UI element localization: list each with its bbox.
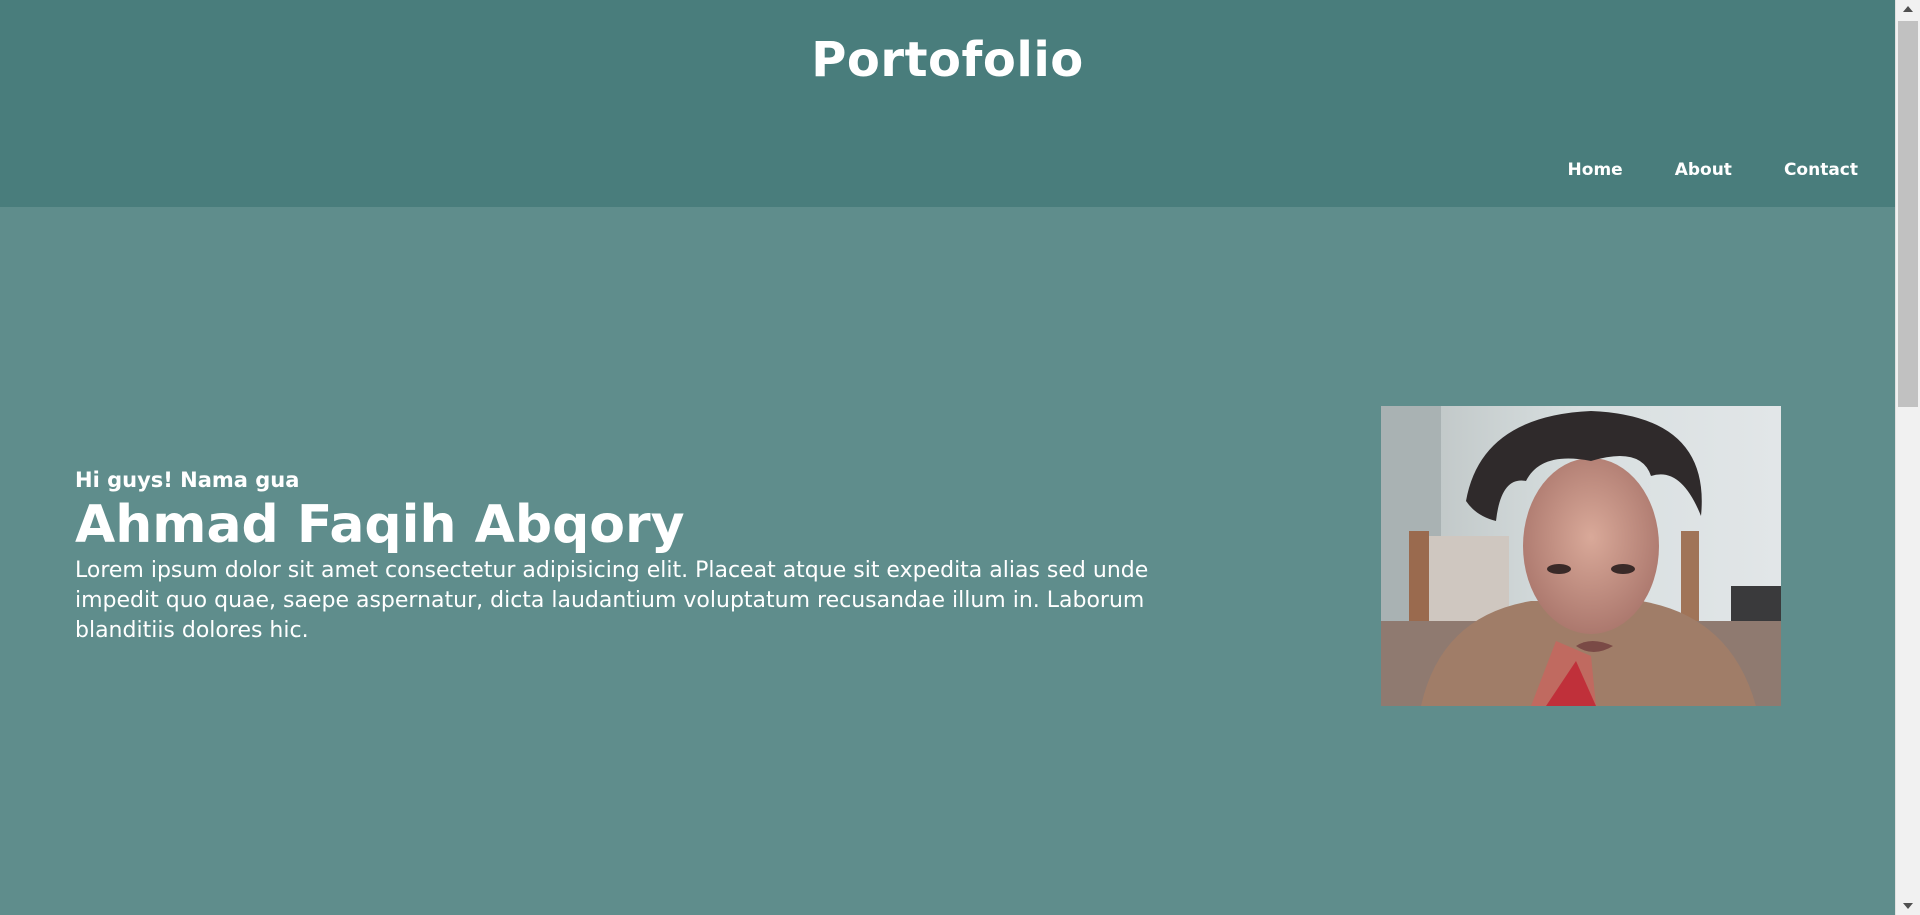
- site-header: Portofolio Home About Contact: [0, 0, 1895, 207]
- bio-paragraph: Lorem ipsum dolor sit amet consectetur a…: [75, 558, 1149, 643]
- scroll-down-arrow-icon[interactable]: [1903, 903, 1913, 909]
- vertical-scrollbar[interactable]: [1895, 0, 1920, 915]
- profile-name: Ahmad Faqih Abqory: [75, 495, 685, 555]
- scrollbar-thumb[interactable]: [1898, 21, 1918, 407]
- nav-home-link[interactable]: Home: [1568, 160, 1623, 180]
- nav-contact-link[interactable]: Contact: [1784, 160, 1858, 180]
- hero-intro: Hi guys! Nama gua Ahmad Faqih Abqory Lor…: [75, 466, 1165, 646]
- profile-photo: [1381, 406, 1781, 706]
- main-nav: Home About Contact: [1568, 160, 1858, 180]
- page: Portofolio Home About Contact Hi guys! N…: [0, 0, 1895, 915]
- nav-about-link[interactable]: About: [1675, 160, 1732, 180]
- greeting-text: Hi guys! Nama gua: [75, 468, 300, 492]
- profile-photo-image: [1381, 406, 1781, 706]
- scroll-up-arrow-icon[interactable]: [1903, 6, 1913, 12]
- site-title: Portofolio: [811, 32, 1084, 88]
